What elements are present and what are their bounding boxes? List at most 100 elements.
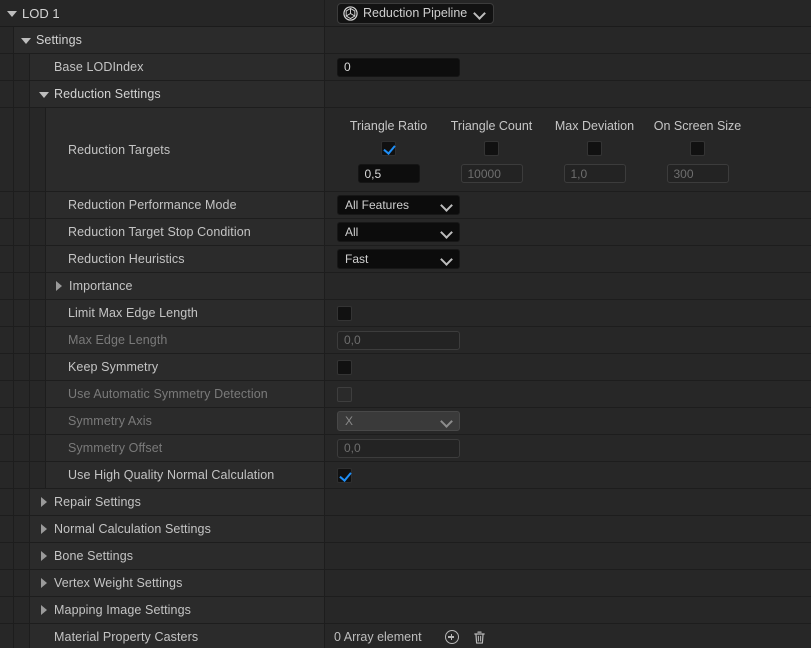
row-bone-settings[interactable]: Bone Settings: [0, 543, 811, 570]
reduction-heuristics-dropdown[interactable]: Fast: [337, 249, 460, 269]
row-reduction-settings-group[interactable]: Reduction Settings: [0, 81, 811, 108]
row-base-lod-index: Base LODIndex 0: [0, 54, 811, 81]
reduction-target-stop-condition-value-cell: All: [325, 219, 811, 245]
settings-group-name-cell[interactable]: Settings: [14, 27, 325, 53]
chevron-down-icon: [441, 416, 452, 427]
on-screen-size-checkbox[interactable]: [690, 141, 705, 156]
indent-guide-0: [0, 246, 14, 272]
reduction-pipeline-button[interactable]: Reduction Pipeline: [337, 3, 494, 24]
on-screen-size-input[interactable]: 300: [667, 164, 729, 183]
reduction-target-stop-condition-dropdown[interactable]: All: [337, 222, 460, 242]
mapping-image-settings-value-cell: [325, 597, 811, 623]
lod-expander-arrow-icon[interactable]: [6, 7, 19, 20]
row-vertex-weight-settings[interactable]: Vertex Weight Settings: [0, 570, 811, 597]
indent-guide-0: [0, 516, 14, 542]
indent-guide-0: [0, 108, 14, 191]
plus-circle-icon[interactable]: [444, 629, 460, 645]
page-title: LOD 1: [22, 6, 60, 21]
use-automatic-symmetry-detection-value-cell: [325, 381, 811, 407]
mapping-image-settings-name-cell[interactable]: Mapping Image Settings: [30, 597, 325, 623]
row-normal-calculation-settings[interactable]: Normal Calculation Settings: [0, 516, 811, 543]
triangle-count-input[interactable]: 10000: [461, 164, 523, 183]
max-deviation-checkbox[interactable]: [587, 141, 602, 156]
reduction-settings-expander-arrow-icon[interactable]: [38, 88, 51, 101]
reduction-settings-group-name-cell[interactable]: Reduction Settings: [30, 81, 325, 107]
repair-settings-label: Repair Settings: [54, 495, 141, 509]
settings-group-value-cell: [325, 27, 811, 53]
row-importance[interactable]: Importance: [0, 273, 811, 300]
symmetry-axis-value-cell: X: [325, 408, 811, 434]
use-automatic-symmetry-detection-checkbox[interactable]: [337, 387, 352, 402]
symmetry-offset-input[interactable]: 0,0: [337, 439, 460, 458]
triangle-count-checkbox[interactable]: [484, 141, 499, 156]
indent-guide-1: [14, 489, 30, 515]
max-deviation-input[interactable]: 1,0: [564, 164, 626, 183]
chevron-down-icon[interactable]: [474, 8, 485, 19]
target-column-max-deviation: Max Deviation 1,0: [543, 119, 646, 191]
indent-guide-1: [14, 435, 30, 461]
indent-guide-1: [14, 219, 30, 245]
symmetry-axis-label: Symmetry Axis: [68, 414, 152, 428]
reduction-performance-mode-dropdown[interactable]: All Features: [337, 195, 460, 215]
row-use-high-quality-normal-calculation: Use High Quality Normal Calculation: [0, 462, 811, 489]
indent-guide-2: [30, 462, 46, 488]
mapping-image-settings-expander-arrow-icon[interactable]: [38, 604, 51, 617]
repair-settings-name-cell[interactable]: Repair Settings: [30, 489, 325, 515]
row-keep-symmetry: Keep Symmetry: [0, 354, 811, 381]
indent-guide-0: [0, 27, 14, 53]
keep-symmetry-checkbox[interactable]: [337, 360, 352, 375]
max-edge-length-input[interactable]: 0,0: [337, 331, 460, 350]
importance-value-cell: [325, 273, 811, 299]
indent-guide-0: [0, 408, 14, 434]
indent-guide-1: [14, 354, 30, 380]
indent-guide-2: [30, 435, 46, 461]
lod-header-row[interactable]: LOD 1 Reduction Pipeline: [0, 0, 811, 27]
row-mapping-image-settings[interactable]: Mapping Image Settings: [0, 597, 811, 624]
asset-cube-icon: [343, 6, 358, 21]
indent-guide-2: [30, 300, 46, 326]
bone-settings-expander-arrow-icon[interactable]: [38, 550, 51, 563]
triangle-ratio-checkbox[interactable]: [381, 141, 396, 156]
repair-settings-value-cell: [325, 489, 811, 515]
reduction-settings-group-label: Reduction Settings: [54, 87, 161, 101]
limit-max-edge-length-checkbox[interactable]: [337, 306, 352, 321]
trash-icon[interactable]: [472, 629, 488, 645]
row-settings-group[interactable]: Settings: [0, 27, 811, 54]
indent-guide-1: [14, 108, 30, 191]
indent-guide-2: [30, 408, 46, 434]
importance-expander-arrow-icon[interactable]: [53, 280, 66, 293]
normal-calculation-settings-name-cell[interactable]: Normal Calculation Settings: [30, 516, 325, 542]
repair-settings-expander-arrow-icon[interactable]: [38, 496, 51, 509]
reduction-performance-mode-name-cell: Reduction Performance Mode: [46, 192, 325, 218]
chevron-down-icon: [441, 227, 452, 238]
bone-settings-name-cell[interactable]: Bone Settings: [30, 543, 325, 569]
base-lod-index-label: Base LODIndex: [54, 60, 144, 74]
use-automatic-symmetry-detection-label: Use Automatic Symmetry Detection: [68, 387, 268, 401]
indent-guide-0: [0, 381, 14, 407]
indent-guide-2: [30, 246, 46, 272]
settings-expander-arrow-icon[interactable]: [20, 34, 33, 47]
indent-guide-1: [14, 273, 30, 299]
indent-guide-0: [0, 354, 14, 380]
symmetry-axis-dropdown[interactable]: X: [337, 411, 460, 431]
indent-guide-2: [30, 327, 46, 353]
indent-guide-0: [0, 192, 14, 218]
use-high-quality-normal-calculation-checkbox[interactable]: [337, 468, 352, 483]
target-column-triangle-ratio: Triangle Ratio 0,5: [337, 119, 440, 191]
reduction-target-stop-condition-label: Reduction Target Stop Condition: [68, 225, 251, 239]
row-limit-max-edge-length: Limit Max Edge Length: [0, 300, 811, 327]
triangle-ratio-input[interactable]: 0,5: [358, 164, 420, 183]
reduction-target-stop-condition-name-cell: Reduction Target Stop Condition: [46, 219, 325, 245]
importance-name-cell[interactable]: Importance: [46, 273, 325, 299]
indent-guide-0: [0, 219, 14, 245]
indent-guide-1: [14, 54, 30, 80]
base-lod-index-input[interactable]: 0: [337, 58, 460, 77]
vertex-weight-settings-expander-arrow-icon[interactable]: [38, 577, 51, 590]
normal-calculation-settings-expander-arrow-icon[interactable]: [38, 523, 51, 536]
indent-guide-1: [14, 327, 30, 353]
lod-header-left: LOD 1: [0, 0, 325, 26]
indent-guide-0: [0, 624, 14, 648]
vertex-weight-settings-name-cell[interactable]: Vertex Weight Settings: [30, 570, 325, 596]
reduction-targets-label: Reduction Targets: [68, 143, 170, 157]
row-repair-settings[interactable]: Repair Settings: [0, 489, 811, 516]
